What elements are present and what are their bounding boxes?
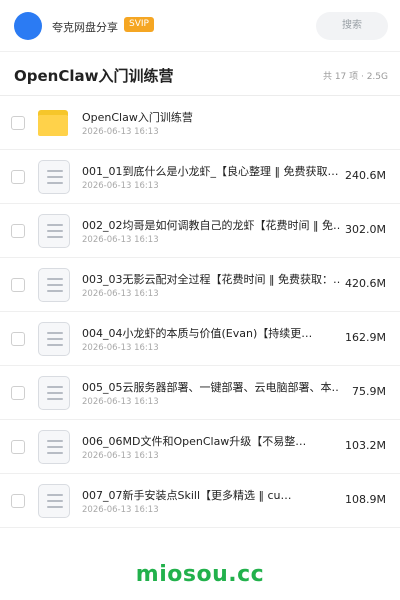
file-date: 2026-06-13 16:13 (82, 505, 159, 515)
row-checkbox[interactable] (11, 494, 25, 508)
list-item-folder[interactable]: OpenClaw入门训练营 2026-06-13 16:13 (0, 96, 400, 150)
file-date: 2026-06-13 16:13 (82, 181, 159, 191)
document-icon (38, 376, 70, 410)
document-icon (38, 214, 70, 248)
share-page: 夸克网盘分享 SVIP 搜索 OpenClaw入门训练营 共 17 项 · 2.… (0, 0, 400, 600)
file-name: 004_04小龙虾的本质与价值(Evan)【持续更… (82, 327, 313, 340)
file-date: 2026-06-13 16:13 (82, 127, 159, 137)
list-item[interactable]: 003_03无影云配对全过程【花费时间 ‖ 免费获取：… 2026-06-13 … (0, 258, 400, 312)
list-item[interactable]: 005_05云服务器部署、一键部署、云电脑部署、本… 2026-06-13 16… (0, 366, 400, 420)
file-size: 108.9M (345, 493, 386, 506)
file-size: 420.6M (345, 277, 386, 290)
folder-header: OpenClaw入门训练营 共 17 项 · 2.5G (0, 52, 400, 96)
file-name: 003_03无影云配对全过程【花费时间 ‖ 免费获取：… (82, 273, 340, 286)
file-size: 302.0M (345, 223, 386, 236)
file-date: 2026-06-13 16:13 (82, 343, 159, 353)
folder-icon (38, 106, 70, 140)
row-checkbox[interactable] (11, 116, 25, 130)
list-item[interactable]: 001_01到底什么是小龙虾_【良心整理 ‖ 免费获取… 2026-06-13 … (0, 150, 400, 204)
file-name: 005_05云服务器部署、一键部署、云电脑部署、本… (82, 381, 340, 394)
row-checkbox[interactable] (11, 440, 25, 454)
file-size: 103.2M (345, 439, 386, 452)
svip-badge: SVIP (124, 17, 154, 32)
row-checkbox[interactable] (11, 386, 25, 400)
file-size: 240.6M (345, 169, 386, 182)
file-size: 162.9M (345, 331, 386, 344)
row-checkbox[interactable] (11, 278, 25, 292)
top-bar: 夸克网盘分享 SVIP 搜索 (0, 0, 400, 52)
file-name: OpenClaw入门训练营 (82, 111, 193, 124)
owner-name[interactable]: 夸克网盘分享 (52, 19, 118, 35)
document-icon (38, 322, 70, 356)
file-name: 007_07新手安装点Skill【更多精选 ‖ cu… (82, 489, 292, 502)
row-checkbox[interactable] (11, 170, 25, 184)
search-input[interactable]: 搜索 (316, 12, 388, 40)
file-date: 2026-06-13 16:13 (82, 235, 159, 245)
file-name: 006_06MD文件和OpenClaw升级【不易整… (82, 435, 307, 448)
watermark-text: miosou.cc (135, 562, 265, 587)
folder-meta: 共 17 项 · 2.5G (322, 72, 388, 82)
file-date: 2026-06-13 16:13 (82, 289, 159, 299)
file-date: 2026-06-13 16:13 (82, 451, 159, 461)
list-item[interactable]: 006_06MD文件和OpenClaw升级【不易整… 2026-06-13 16… (0, 420, 400, 474)
page-title: OpenClaw入门训练营 (14, 67, 174, 85)
list-item[interactable]: 002_02均哥是如何调教自己的龙虾【花费时间 ‖ 免… 2026-06-13 … (0, 204, 400, 258)
document-icon (38, 268, 70, 302)
file-date: 2026-06-13 16:13 (82, 397, 159, 407)
row-checkbox[interactable] (11, 332, 25, 346)
file-name: 002_02均哥是如何调教自己的龙虾【花费时间 ‖ 免… (82, 219, 340, 232)
document-icon (38, 160, 70, 194)
file-name: 001_01到底什么是小龙虾_【良心整理 ‖ 免费获取… (82, 165, 339, 178)
document-icon (38, 484, 70, 518)
row-checkbox[interactable] (11, 224, 25, 238)
document-icon (38, 430, 70, 464)
avatar[interactable] (14, 12, 42, 40)
list-item[interactable]: 004_04小龙虾的本质与价值(Evan)【持续更… 2026-06-13 16… (0, 312, 400, 366)
file-list: OpenClaw入门训练营 2026-06-13 16:13 001_01到底什… (0, 96, 400, 528)
list-item[interactable]: 007_07新手安装点Skill【更多精选 ‖ cu… 2026-06-13 1… (0, 474, 400, 528)
file-size: 75.9M (352, 385, 386, 398)
